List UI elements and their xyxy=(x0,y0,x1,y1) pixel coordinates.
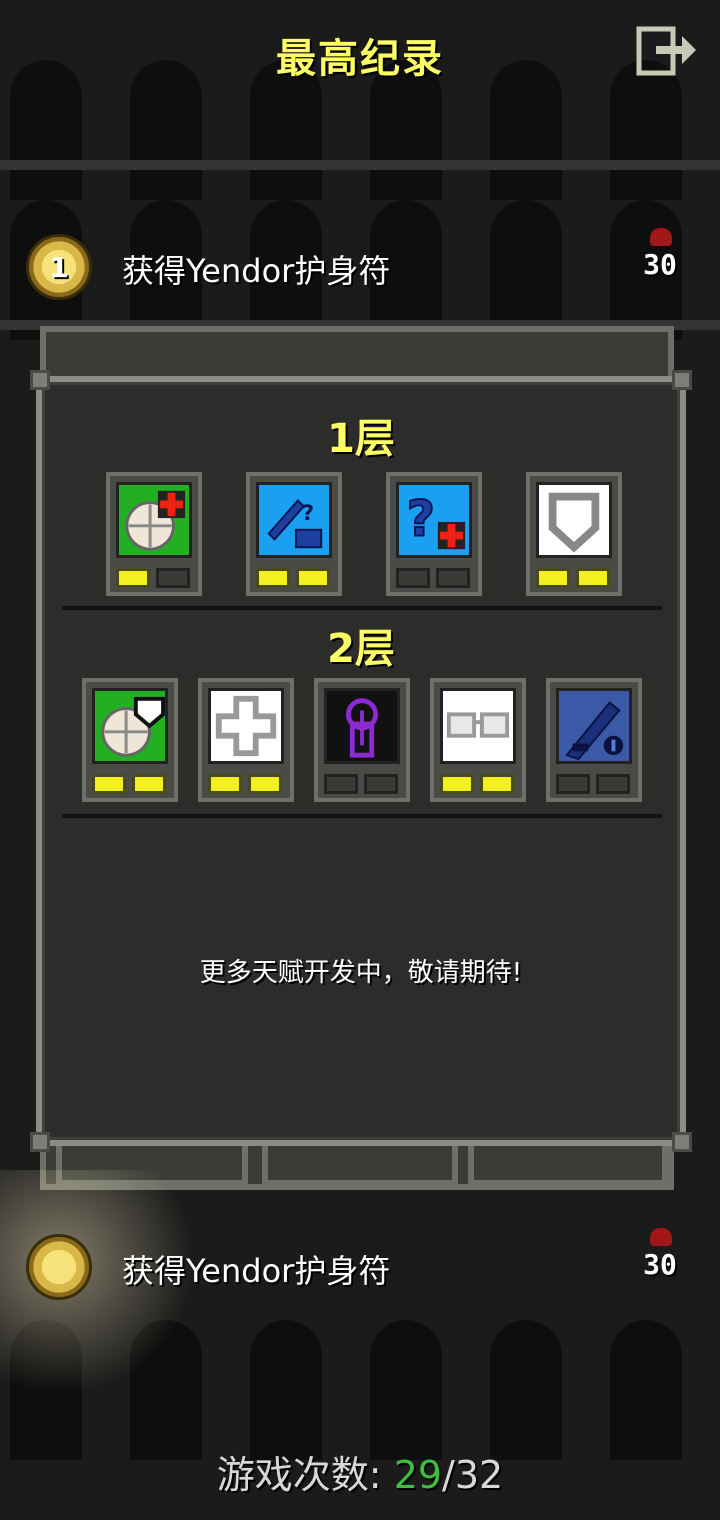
unidentified-weapon-armor-icon: ? xyxy=(256,482,332,558)
talent-button[interactable] xyxy=(526,472,622,596)
svg-text:?: ? xyxy=(407,492,435,548)
glasses-icon xyxy=(440,688,516,764)
skull-icon xyxy=(650,228,672,246)
record-text: 获得Yendor护身符 xyxy=(122,1252,391,1290)
tier-title: 1层 xyxy=(327,416,395,462)
talents-dialog: 1层 ?? 2层 更多天赋开发中，敬请期待! xyxy=(30,370,692,1152)
games-total: /32 xyxy=(442,1453,504,1497)
talent-point-filled xyxy=(208,774,242,794)
talent-point-filled xyxy=(296,568,330,588)
talent-point-empty xyxy=(396,568,430,588)
purple-key-icon xyxy=(324,688,400,764)
talent-point-empty xyxy=(324,774,358,794)
record-row[interactable]: 获得Yendor护身符 30 xyxy=(0,1226,720,1306)
games-played: 游戏次数: 29/32 xyxy=(0,1444,720,1499)
page-title: 最高纪录 xyxy=(276,36,444,82)
exit-button[interactable] xyxy=(636,26,698,76)
amulet-medal-icon: 1 xyxy=(26,234,92,300)
amulet-medal-icon xyxy=(26,1234,92,1300)
depth-badge: 30 xyxy=(636,226,684,296)
talent-point-filled xyxy=(256,568,290,588)
talent-point-empty xyxy=(436,568,470,588)
talent-point-filled xyxy=(132,774,166,794)
talent-button[interactable] xyxy=(430,678,526,802)
talent-point-empty xyxy=(364,774,398,794)
gray-cross-icon xyxy=(208,688,284,764)
record-text: 获得Yendor护身符 xyxy=(122,252,391,290)
talent-point-empty xyxy=(556,774,590,794)
talent-button[interactable] xyxy=(106,472,202,596)
talent-button[interactable] xyxy=(198,678,294,802)
talent-button[interactable] xyxy=(314,678,410,802)
unidentified-heal-icon: ? xyxy=(396,482,472,558)
talent-point-filled xyxy=(92,774,126,794)
tier-divider xyxy=(62,606,662,610)
depth-number: 30 xyxy=(643,248,677,281)
exit-icon xyxy=(636,26,696,76)
svg-text:?: ? xyxy=(302,501,314,526)
talent-button[interactable]: ? xyxy=(246,472,342,596)
record-rank: 1 xyxy=(49,251,69,284)
talent-button[interactable]: ? xyxy=(386,472,482,596)
talent-point-empty xyxy=(596,774,630,794)
coming-soon-message: 更多天赋开发中，敬请期待! xyxy=(199,958,523,988)
skull-icon xyxy=(650,1228,672,1246)
games-won: 29 xyxy=(393,1453,443,1497)
depth-number: 30 xyxy=(643,1248,677,1281)
depth-badge: 30 xyxy=(636,1226,684,1296)
tier-divider xyxy=(62,814,662,818)
games-label: 游戏次数: xyxy=(216,1453,394,1497)
hearty-meal-icon xyxy=(116,482,192,558)
talent-button[interactable] xyxy=(546,678,642,802)
tier-title: 2层 xyxy=(327,626,395,672)
record-row[interactable]: 1 获得Yendor护身符 30 xyxy=(0,226,720,306)
talent-point-filled xyxy=(480,774,514,794)
talent-point-filled xyxy=(536,568,570,588)
dagger-rune-icon xyxy=(556,688,632,764)
talent-point-empty xyxy=(156,568,190,588)
talent-point-filled xyxy=(440,774,474,794)
armor-shield-icon xyxy=(536,482,612,558)
meal-shield-icon xyxy=(92,688,168,764)
talent-point-filled xyxy=(576,568,610,588)
talent-button[interactable] xyxy=(82,678,178,802)
talent-point-filled xyxy=(116,568,150,588)
talent-point-filled xyxy=(248,774,282,794)
